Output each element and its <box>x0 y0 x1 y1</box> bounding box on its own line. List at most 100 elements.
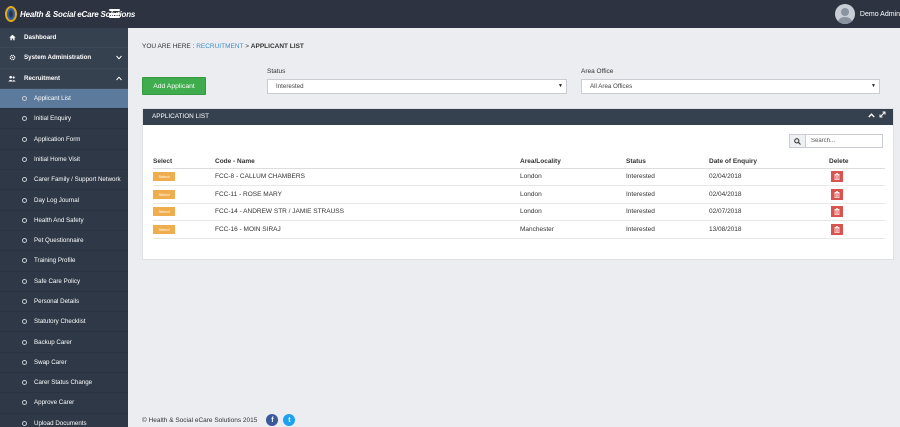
circle-icon <box>22 258 27 264</box>
status-label: Status <box>267 68 286 75</box>
area-office-select-value: All Area Offices <box>590 83 633 90</box>
cell-code-name: FCC-16 - MOIN SIRAJ <box>215 220 520 239</box>
column-header-code-name[interactable]: Code - Name <box>215 155 520 169</box>
sidebar-item-system-administration[interactable]: System Administration <box>0 48 128 69</box>
breadcrumb-separator: > <box>245 43 249 50</box>
sidebar-item-backup-carer[interactable]: Backup Carer <box>0 332 128 353</box>
breadcrumb-link-recruitment[interactable]: RECRUITMENT <box>196 43 243 50</box>
delete-button[interactable] <box>831 223 843 235</box>
logo-icon <box>4 5 18 23</box>
cell-status: Interested <box>626 220 709 239</box>
circle-icon <box>22 299 27 304</box>
sidebar-item-pet-questionnaire[interactable]: Pet Questionnaire <box>0 230 128 252</box>
table-row: Select FCC-14 - ANDREW STR / JAMIE STRAU… <box>153 203 885 221</box>
collapse-icon[interactable] <box>868 109 875 125</box>
cell-area: Manchester <box>520 220 626 239</box>
add-applicant-button[interactable]: Add Applicant <box>142 77 206 95</box>
sidebar-item-carer-status-change[interactable]: Carer Status Change <box>0 373 128 394</box>
circle-icon <box>22 319 27 325</box>
application-list-panel: APPLICATION LIST Select <box>142 108 894 260</box>
sidebar: Dashboard System Administration Recruitm… <box>0 28 128 427</box>
sidebar-item-application-form[interactable]: Application Form <box>0 129 128 150</box>
sidebar-item-day-log-journal[interactable]: Day Log Journal <box>0 190 128 211</box>
circle-icon <box>22 136 27 142</box>
sidebar-item-applicant-list[interactable]: Applicant List <box>0 88 128 110</box>
sidebar-item-label: Upload Documents <box>34 419 87 427</box>
twitter-icon[interactable]: t <box>283 414 296 426</box>
delete-button[interactable] <box>831 206 843 218</box>
sidebar-item-label: Recruitment <box>24 74 61 82</box>
sidebar-item-dashboard[interactable]: Dashboard <box>0 28 128 49</box>
sidebar-item-upload-documents[interactable]: Upload Documents <box>0 413 128 427</box>
sidebar-item-label: Training Profile <box>34 257 76 265</box>
search-box <box>789 134 883 148</box>
sidebar-item-label: System Administration <box>24 54 92 62</box>
menu-toggle-icon[interactable] <box>109 9 120 18</box>
circle-icon <box>22 339 27 345</box>
circle-icon <box>22 420 27 426</box>
search-input[interactable] <box>806 134 883 148</box>
sidebar-item-safe-care-policy[interactable]: Safe Care Policy <box>0 271 128 292</box>
top-bar: Health & Social eCare Solutions Demo Adm… <box>0 0 900 28</box>
copyright-text: © Health & Social eCare Solutions 2015 <box>142 416 258 424</box>
sidebar-item-approve-carer[interactable]: Approve Carer <box>0 393 128 414</box>
cell-code-name: FCC-8 - CALLUM CHAMBERS <box>215 168 520 186</box>
cell-date: 02/04/2018 <box>709 185 829 204</box>
sidebar-item-label: Health And Safety <box>34 216 84 224</box>
breadcrumb-current: APPLICANT LIST <box>250 43 304 50</box>
user-menu[interactable]: Demo Admin <box>834 4 900 24</box>
search-icon[interactable] <box>789 134 806 148</box>
circle-icon <box>22 197 27 203</box>
sidebar-item-statutory-checklist[interactable]: Statutory Checklist <box>0 312 128 333</box>
sidebar-item-carer-family-support-network[interactable]: Carer Family / Support Network <box>0 170 128 191</box>
circle-icon <box>22 278 27 284</box>
breadcrumb-prefix: YOU ARE HERE : <box>142 43 195 50</box>
cell-status: Interested <box>626 185 709 204</box>
users-icon <box>8 75 16 82</box>
table-row: Select FCC-11 - ROSE MARY London Interes… <box>153 185 885 204</box>
cell-area: London <box>520 168 626 186</box>
sidebar-item-label: Applicant List <box>34 95 71 103</box>
area-office-select[interactable]: All Area Offices ▼ <box>581 79 880 94</box>
sidebar-item-personal-details[interactable]: Personal Details <box>0 291 128 313</box>
sidebar-item-health-and-safety[interactable]: Health And Safety <box>0 210 128 231</box>
trash-icon <box>834 208 840 216</box>
footer: © Health & Social eCare Solutions 2015 f… <box>142 414 296 426</box>
delete-button[interactable] <box>831 171 843 183</box>
circle-icon <box>22 400 27 406</box>
select-button[interactable]: Select <box>153 207 175 217</box>
chevron-down-icon <box>116 55 122 62</box>
sidebar-item-initial-home-visit[interactable]: Initial Home Visit <box>0 149 128 171</box>
main-content: YOU ARE HERE : RECRUITMENT > APPLICANT L… <box>128 28 900 427</box>
cell-date: 02/07/2018 <box>709 203 829 221</box>
panel-title: APPLICATION LIST <box>152 113 210 120</box>
select-button[interactable]: Select <box>153 224 175 234</box>
table-row: Select FCC-16 - MOIN SIRAJ Manchester In… <box>153 220 885 239</box>
circle-icon <box>22 177 27 183</box>
delete-button[interactable] <box>831 188 843 200</box>
sidebar-item-label: Day Log Journal <box>34 196 80 204</box>
sidebar-item-label: Initial Home Visit <box>34 155 80 163</box>
trash-icon <box>834 190 840 198</box>
status-select[interactable]: Interested ▼ <box>267 79 567 94</box>
column-header-area[interactable]: Area/Locality <box>520 155 626 169</box>
select-button[interactable]: Select <box>153 172 175 182</box>
column-header-delete: Delete <box>829 155 885 169</box>
column-header-status[interactable]: Status <box>626 155 709 169</box>
cell-area: London <box>520 203 626 221</box>
table-row: Select FCC-8 - CALLUM CHAMBERS London In… <box>153 168 885 186</box>
fullscreen-icon[interactable] <box>879 109 886 125</box>
facebook-icon[interactable]: f <box>266 414 279 426</box>
circle-icon <box>22 156 27 162</box>
caret-down-icon: ▼ <box>871 83 876 89</box>
sidebar-item-recruitment[interactable]: Recruitment <box>0 69 128 89</box>
column-header-date[interactable]: Date of Enquiry <box>709 155 829 169</box>
sidebar-item-swap-carer[interactable]: Swap Carer <box>0 352 128 374</box>
sidebar-item-training-profile[interactable]: Training Profile <box>0 251 128 272</box>
select-button[interactable]: Select <box>153 189 175 199</box>
cell-date: 13/08/2018 <box>709 220 829 239</box>
circle-icon <box>22 380 27 386</box>
cell-status: Interested <box>626 203 709 221</box>
sidebar-item-initial-enquiry[interactable]: Initial Enquiry <box>0 109 128 130</box>
cell-area: London <box>520 185 626 204</box>
